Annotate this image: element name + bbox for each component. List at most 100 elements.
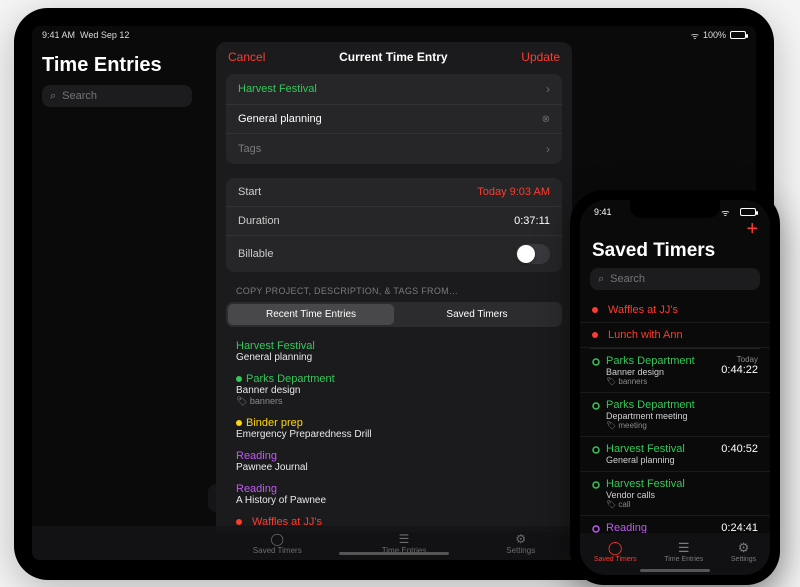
running-dot-icon <box>592 332 598 338</box>
saved-timer-item[interactable]: Waffles at JJ's <box>580 298 770 323</box>
project-name: Harvest Festival <box>238 83 317 95</box>
sidebar: Time Entries ⌕ <box>32 42 202 560</box>
status-time: 9:41 <box>594 207 612 217</box>
timer-description: Banner design <box>606 367 695 377</box>
entry-project: Reading <box>236 450 552 462</box>
entry-project: Binder prep <box>236 417 552 429</box>
tab-saved-timers[interactable]: ◯Saved Timers <box>253 532 302 555</box>
entry-project: Harvest Festival <box>236 340 552 352</box>
saved-timer-item[interactable]: Harvest FestivalVendor calls🏷 call <box>580 472 770 516</box>
entry-tag: 🏷 banners <box>236 396 552 407</box>
billable-toggle[interactable] <box>516 244 550 264</box>
recent-entry[interactable]: Parks DepartmentBanner design🏷 banners <box>216 368 572 412</box>
start-label: Start <box>238 186 261 198</box>
iphone-tabbar: ◯Saved Timers ☰Time Entries ⚙Settings <box>580 533 770 575</box>
gear-icon: ⚙ <box>506 532 535 546</box>
timer-tag: 🏷 banners <box>606 377 695 386</box>
wifi-icon: ᯤ <box>691 29 699 42</box>
list-icon: ☰ <box>664 540 703 556</box>
notch <box>630 200 720 218</box>
search-icon: ⌕ <box>598 273 604 286</box>
project-dot-icon <box>592 525 600 533</box>
page-title: Saved Timers <box>580 240 770 268</box>
saved-timer-item[interactable]: Parks DepartmentDepartment meeting🏷 meet… <box>580 393 770 437</box>
search-bar[interactable]: ⌕ <box>590 268 760 290</box>
project-group: Harvest Festival › General planning ⊗ Ta… <box>226 74 562 164</box>
chevron-right-icon: › <box>546 82 550 96</box>
project-row[interactable]: Harvest Festival › <box>226 74 562 105</box>
running-dot-icon <box>592 307 598 313</box>
gear-icon: ⚙ <box>731 540 756 556</box>
duration-row[interactable]: Duration 0:37:11 <box>226 207 562 236</box>
recent-entry[interactable]: ReadingA History of Pawnee <box>216 478 572 511</box>
timer-icon: ◯ <box>253 532 302 546</box>
home-indicator <box>339 552 449 555</box>
list-icon: ☰ <box>382 532 427 546</box>
page-title: Time Entries <box>42 54 192 77</box>
timer-description: Department meeting <box>606 411 695 421</box>
timer-project: Harvest Festival <box>606 478 685 490</box>
clear-icon[interactable]: ⊗ <box>542 114 550 125</box>
recent-entry[interactable]: Harvest FestivalGeneral planning <box>216 335 572 368</box>
current-entry-modal: Cancel Current Time Entry Update Harvest… <box>216 42 572 532</box>
timer-project: Lunch with Ann <box>608 329 683 341</box>
modal-title: Current Time Entry <box>339 50 447 64</box>
timer-project: Harvest Festival <box>606 443 685 455</box>
project-dot-icon <box>592 358 600 366</box>
recent-entries-list[interactable]: Harvest FestivalGeneral planningParks De… <box>216 335 572 532</box>
timer-day-label: Today <box>721 355 758 364</box>
tags-row[interactable]: Tags › <box>226 134 562 164</box>
seg-recent[interactable]: Recent Time Entries <box>228 304 394 325</box>
chevron-right-icon: › <box>546 142 550 156</box>
home-indicator <box>640 569 710 572</box>
copy-segment[interactable]: Recent Time Entries Saved Timers <box>226 302 562 327</box>
timer-project: Parks Department <box>606 399 695 411</box>
project-dot-icon <box>592 446 600 454</box>
time-group: Start Today 9:03 AM Duration 0:37:11 Bil… <box>226 178 562 272</box>
saved-timer-item[interactable]: Parks DepartmentBanner design🏷 bannersTo… <box>580 349 770 393</box>
billable-label: Billable <box>238 248 273 260</box>
timer-tag: 🏷 call <box>606 500 685 509</box>
entry-description: General planning <box>236 352 552 363</box>
duration-label: Duration <box>238 215 280 227</box>
tags-label: Tags <box>238 143 261 155</box>
tab-settings[interactable]: ⚙Settings <box>731 540 756 563</box>
search-input[interactable] <box>62 90 204 102</box>
project-dot-icon <box>236 376 242 382</box>
entry-description: Pawnee Journal <box>236 462 552 473</box>
start-row[interactable]: Start Today 9:03 AM <box>226 178 562 207</box>
tab-saved-timers[interactable]: ◯Saved Timers <box>594 540 637 563</box>
timer-project: Waffles at JJ's <box>608 304 678 316</box>
battery-icon <box>730 31 746 39</box>
entry-project: Parks Department <box>236 373 552 385</box>
recent-entry[interactable]: ReadingPawnee Journal <box>216 445 572 478</box>
cancel-button[interactable]: Cancel <box>228 50 265 64</box>
start-value: Today 9:03 AM <box>477 186 550 198</box>
status-time: 9:41 AM <box>42 30 75 40</box>
description-row[interactable]: General planning ⊗ <box>226 105 562 134</box>
duration-value: 0:37:11 <box>514 215 550 227</box>
update-button[interactable]: Update <box>521 50 560 64</box>
add-button[interactable]: + <box>746 220 758 238</box>
entry-description: A History of Pawnee <box>236 495 552 506</box>
running-dot-icon <box>236 519 242 525</box>
entry-project: Reading <box>236 483 552 495</box>
search-bar[interactable]: ⌕ <box>42 85 192 107</box>
recent-entry[interactable]: Binder prepEmergency Preparedness Drill <box>216 412 572 445</box>
wifi-icon: ᯤ <box>721 206 729 219</box>
tab-time-entries[interactable]: ☰Time Entries <box>664 540 703 563</box>
saved-timer-item[interactable]: Harvest FestivalGeneral planning 0:40:52 <box>580 437 770 472</box>
timer-description: General planning <box>606 455 685 465</box>
seg-saved[interactable]: Saved Timers <box>394 304 560 325</box>
search-icon: ⌕ <box>50 90 56 103</box>
timer-icon: ◯ <box>594 540 637 556</box>
search-input[interactable] <box>610 273 752 285</box>
timer-duration: 0:44:22 <box>721 364 758 376</box>
tab-settings[interactable]: ⚙Settings <box>506 532 535 555</box>
saved-timer-item[interactable]: Lunch with Ann <box>580 323 770 348</box>
project-dot-icon <box>592 402 600 410</box>
battery-icon <box>740 208 756 216</box>
timer-duration: 0:40:52 <box>721 443 758 455</box>
timer-tag: 🏷 meeting <box>606 421 695 430</box>
billable-row[interactable]: Billable <box>226 236 562 272</box>
